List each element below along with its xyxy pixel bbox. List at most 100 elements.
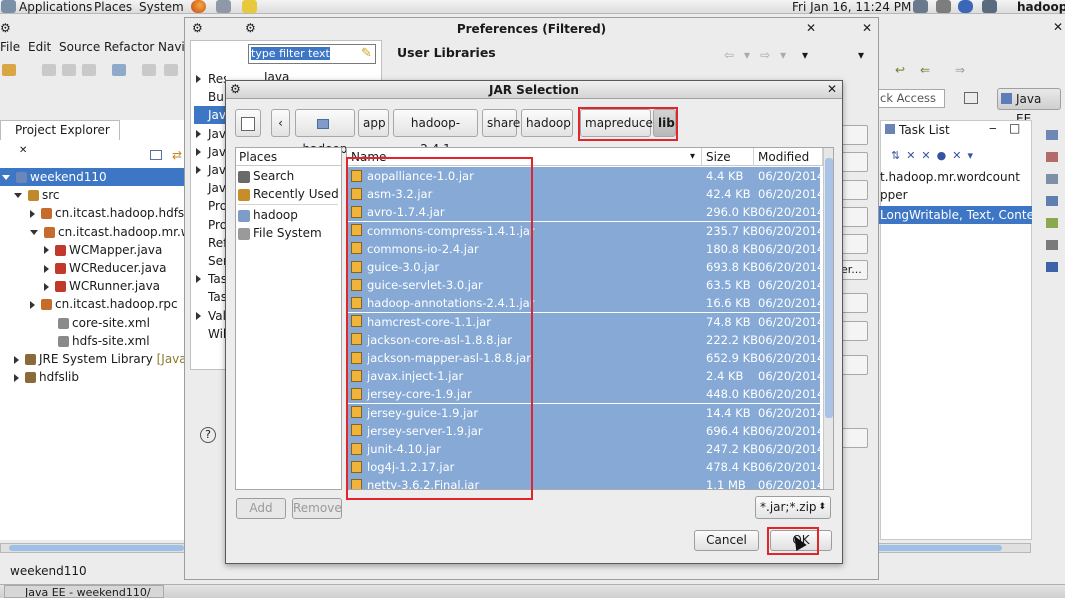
file-row[interactable]: asm-3.2.jar 42.4 KB 06/20/2014 [347, 185, 824, 204]
tools-icon[interactable] [216, 0, 231, 13]
network-icon[interactable] [913, 0, 928, 13]
file-row[interactable]: avro-1.7.4.jar 296.0 KB 06/20/2014 [347, 203, 824, 222]
tree-item[interactable]: core-site.xml [44, 314, 150, 332]
outline-package[interactable]: t.hadoop.mr.wordcount [880, 170, 1020, 184]
prefs-button-8[interactable] [840, 321, 868, 341]
side-view-icon-3[interactable] [1046, 174, 1058, 184]
file-filter-combo[interactable]: *.jar;*.zip ⬍ [755, 496, 831, 519]
path-crumb-0[interactable]: hadoop [295, 109, 355, 156]
collapsed-arrow-icon[interactable] [196, 311, 201, 320]
remove-button[interactable]: Remove [292, 498, 342, 519]
display-icon[interactable] [982, 0, 997, 13]
prefs-button-6[interactable]: er... [840, 260, 868, 280]
path-back-button[interactable]: ‹ [271, 109, 290, 137]
forward-icon[interactable]: ⇒ [955, 63, 965, 77]
open-perspective-icon[interactable] [964, 92, 978, 104]
outline-class[interactable]: pper [880, 188, 908, 202]
file-row[interactable]: aopalliance-1.0.jar 4.4 KB 06/20/2014 [347, 167, 824, 185]
file-row[interactable]: guice-3.0.jar 693.8 KB 06/20/2014 [347, 258, 824, 276]
add-button[interactable]: Add [236, 498, 286, 519]
close-tab-icon[interactable]: ✕ [19, 145, 27, 156]
prefs-tree-item[interactable]: Ser [194, 252, 226, 270]
java-ee-perspective-button[interactable]: Java EE [997, 88, 1061, 126]
places-menu[interactable]: Places [94, 0, 132, 14]
collapsed-arrow-icon[interactable] [30, 300, 35, 309]
prefs-tree-item[interactable]: Jav [194, 179, 226, 197]
file-row[interactable]: jackson-mapper-asl-1.8.8.jar 652.9 KB 06/2… [347, 349, 824, 367]
gnome-foot-icon[interactable] [1, 0, 16, 13]
collapsed-arrow-icon[interactable] [44, 282, 49, 291]
prefs-tree-item[interactable]: Reso [194, 70, 226, 88]
firefox-icon[interactable] [191, 0, 206, 13]
expanded-arrow-icon[interactable] [14, 193, 22, 199]
tree-item[interactable]: WCRunner.java [44, 277, 160, 295]
path-crumb-2[interactable]: hadoop-2.4.1 [393, 109, 478, 156]
collapsed-arrow-icon[interactable] [196, 147, 201, 156]
side-view-icon-6[interactable] [1046, 240, 1058, 250]
jar-dialog-close-icon[interactable]: ✕ [827, 82, 837, 96]
prefs-tree-item[interactable]: Jav [194, 161, 226, 179]
prefs-button-2[interactable] [840, 152, 868, 172]
place-item[interactable]: Recently Used [238, 185, 339, 203]
collapsed-arrow-icon[interactable] [30, 209, 35, 218]
applications-menu[interactable]: Applications [19, 0, 92, 14]
tree-item[interactable]: hdfslib [14, 368, 79, 386]
prefs-tree-item[interactable]: Val [194, 307, 226, 325]
side-view-icon-4[interactable] [1046, 196, 1058, 206]
file-row[interactable]: commons-compress-1.4.1.jar 235.7 KB 06/20/… [347, 221, 824, 240]
prev-edit-icon[interactable]: ⇐ [920, 63, 930, 77]
prefs-button-7[interactable] [840, 293, 868, 313]
task-list-tab[interactable]: Task List [885, 123, 950, 137]
column-modified[interactable]: Modified [754, 148, 823, 166]
tree-item[interactable]: cn.itcast.hadoop.hdfs [30, 204, 184, 222]
file-row[interactable]: hadoop-annotations-2.4.1.jar 16.6 KB 06/20… [347, 294, 824, 313]
prefs-outer-menu-icon[interactable]: ▾ [858, 48, 864, 62]
prefs-tree-item[interactable]: Jav [194, 106, 226, 125]
collapsed-arrow-icon[interactable] [44, 264, 49, 273]
prefs-tree-item[interactable]: Pro [194, 216, 226, 234]
quick-access-input[interactable]: ck Access [876, 89, 945, 108]
collapsed-arrow-icon[interactable] [196, 275, 201, 284]
prefs-tree-item[interactable]: Tas [194, 288, 226, 306]
link-editor-icon[interactable]: ⇄ [172, 148, 182, 162]
side-view-icon-5[interactable] [1046, 218, 1058, 228]
file-row[interactable]: jersey-server-1.9.jar 696.4 KB 06/20/2014 [347, 421, 824, 440]
path-crumb-3[interactable]: share [482, 109, 520, 137]
file-row[interactable]: netty-3.6.2.Final.jar 1.1 MB 06/20/2014 [347, 476, 824, 489]
debug-icon[interactable] [164, 64, 178, 76]
tree-item[interactable]: weekend110 [0, 168, 192, 186]
preferences-titlebar[interactable]: Preferences (Filtered) [185, 18, 878, 40]
path-crumb-5[interactable]: mapreduce [580, 109, 653, 137]
explorer-hscroll[interactable] [0, 543, 195, 553]
side-view-icon-1[interactable] [1046, 130, 1058, 140]
skip-breakpoints-icon[interactable] [112, 64, 126, 76]
menu-edit[interactable]: Edit [28, 40, 51, 54]
side-view-icon-7[interactable] [1046, 262, 1058, 272]
collapse-all-icon[interactable] [150, 150, 162, 160]
user-name[interactable]: hadoop [1017, 0, 1065, 14]
tree-item[interactable]: hdfs-site.xml [44, 332, 150, 350]
collapsed-arrow-icon[interactable] [14, 355, 19, 364]
file-row[interactable]: hamcrest-core-1.1.jar 74.8 KB 06/20/2014 [347, 312, 824, 331]
tree-item[interactable]: WCReducer.java [44, 259, 166, 277]
prefs-tree-item[interactable]: Jav [194, 125, 226, 143]
prefs-button-3[interactable] [840, 180, 868, 200]
expanded-arrow-icon[interactable] [2, 175, 10, 180]
tree-item[interactable]: cn.itcast.hadoop.rpc [30, 295, 178, 313]
collapsed-arrow-icon[interactable] [196, 129, 201, 138]
prefs-button-4[interactable] [840, 207, 868, 227]
tree-item[interactable]: src [14, 186, 60, 204]
prefs-outer-close-icon[interactable]: ✕ [862, 21, 872, 35]
collapsed-arrow-icon[interactable] [196, 166, 201, 174]
clear-filter-icon[interactable]: ✎ [361, 46, 372, 61]
prefs-button-9[interactable] [840, 355, 868, 375]
jar-dialog-titlebar[interactable]: JAR Selection [226, 81, 842, 99]
collapsed-arrow-icon[interactable] [44, 246, 49, 255]
place-item[interactable]: File System [238, 224, 322, 242]
prefs-tree-item[interactable]: Tas [194, 270, 226, 288]
file-row[interactable]: javax.inject-1.jar 2.4 KB 06/20/2014 [347, 367, 824, 386]
run-icon[interactable] [142, 64, 156, 76]
filter-input[interactable]: type filter text [248, 44, 376, 64]
project-explorer-tab[interactable]: Project Explorer ✕ [0, 120, 120, 156]
menu-source[interactable]: Source [59, 40, 100, 54]
